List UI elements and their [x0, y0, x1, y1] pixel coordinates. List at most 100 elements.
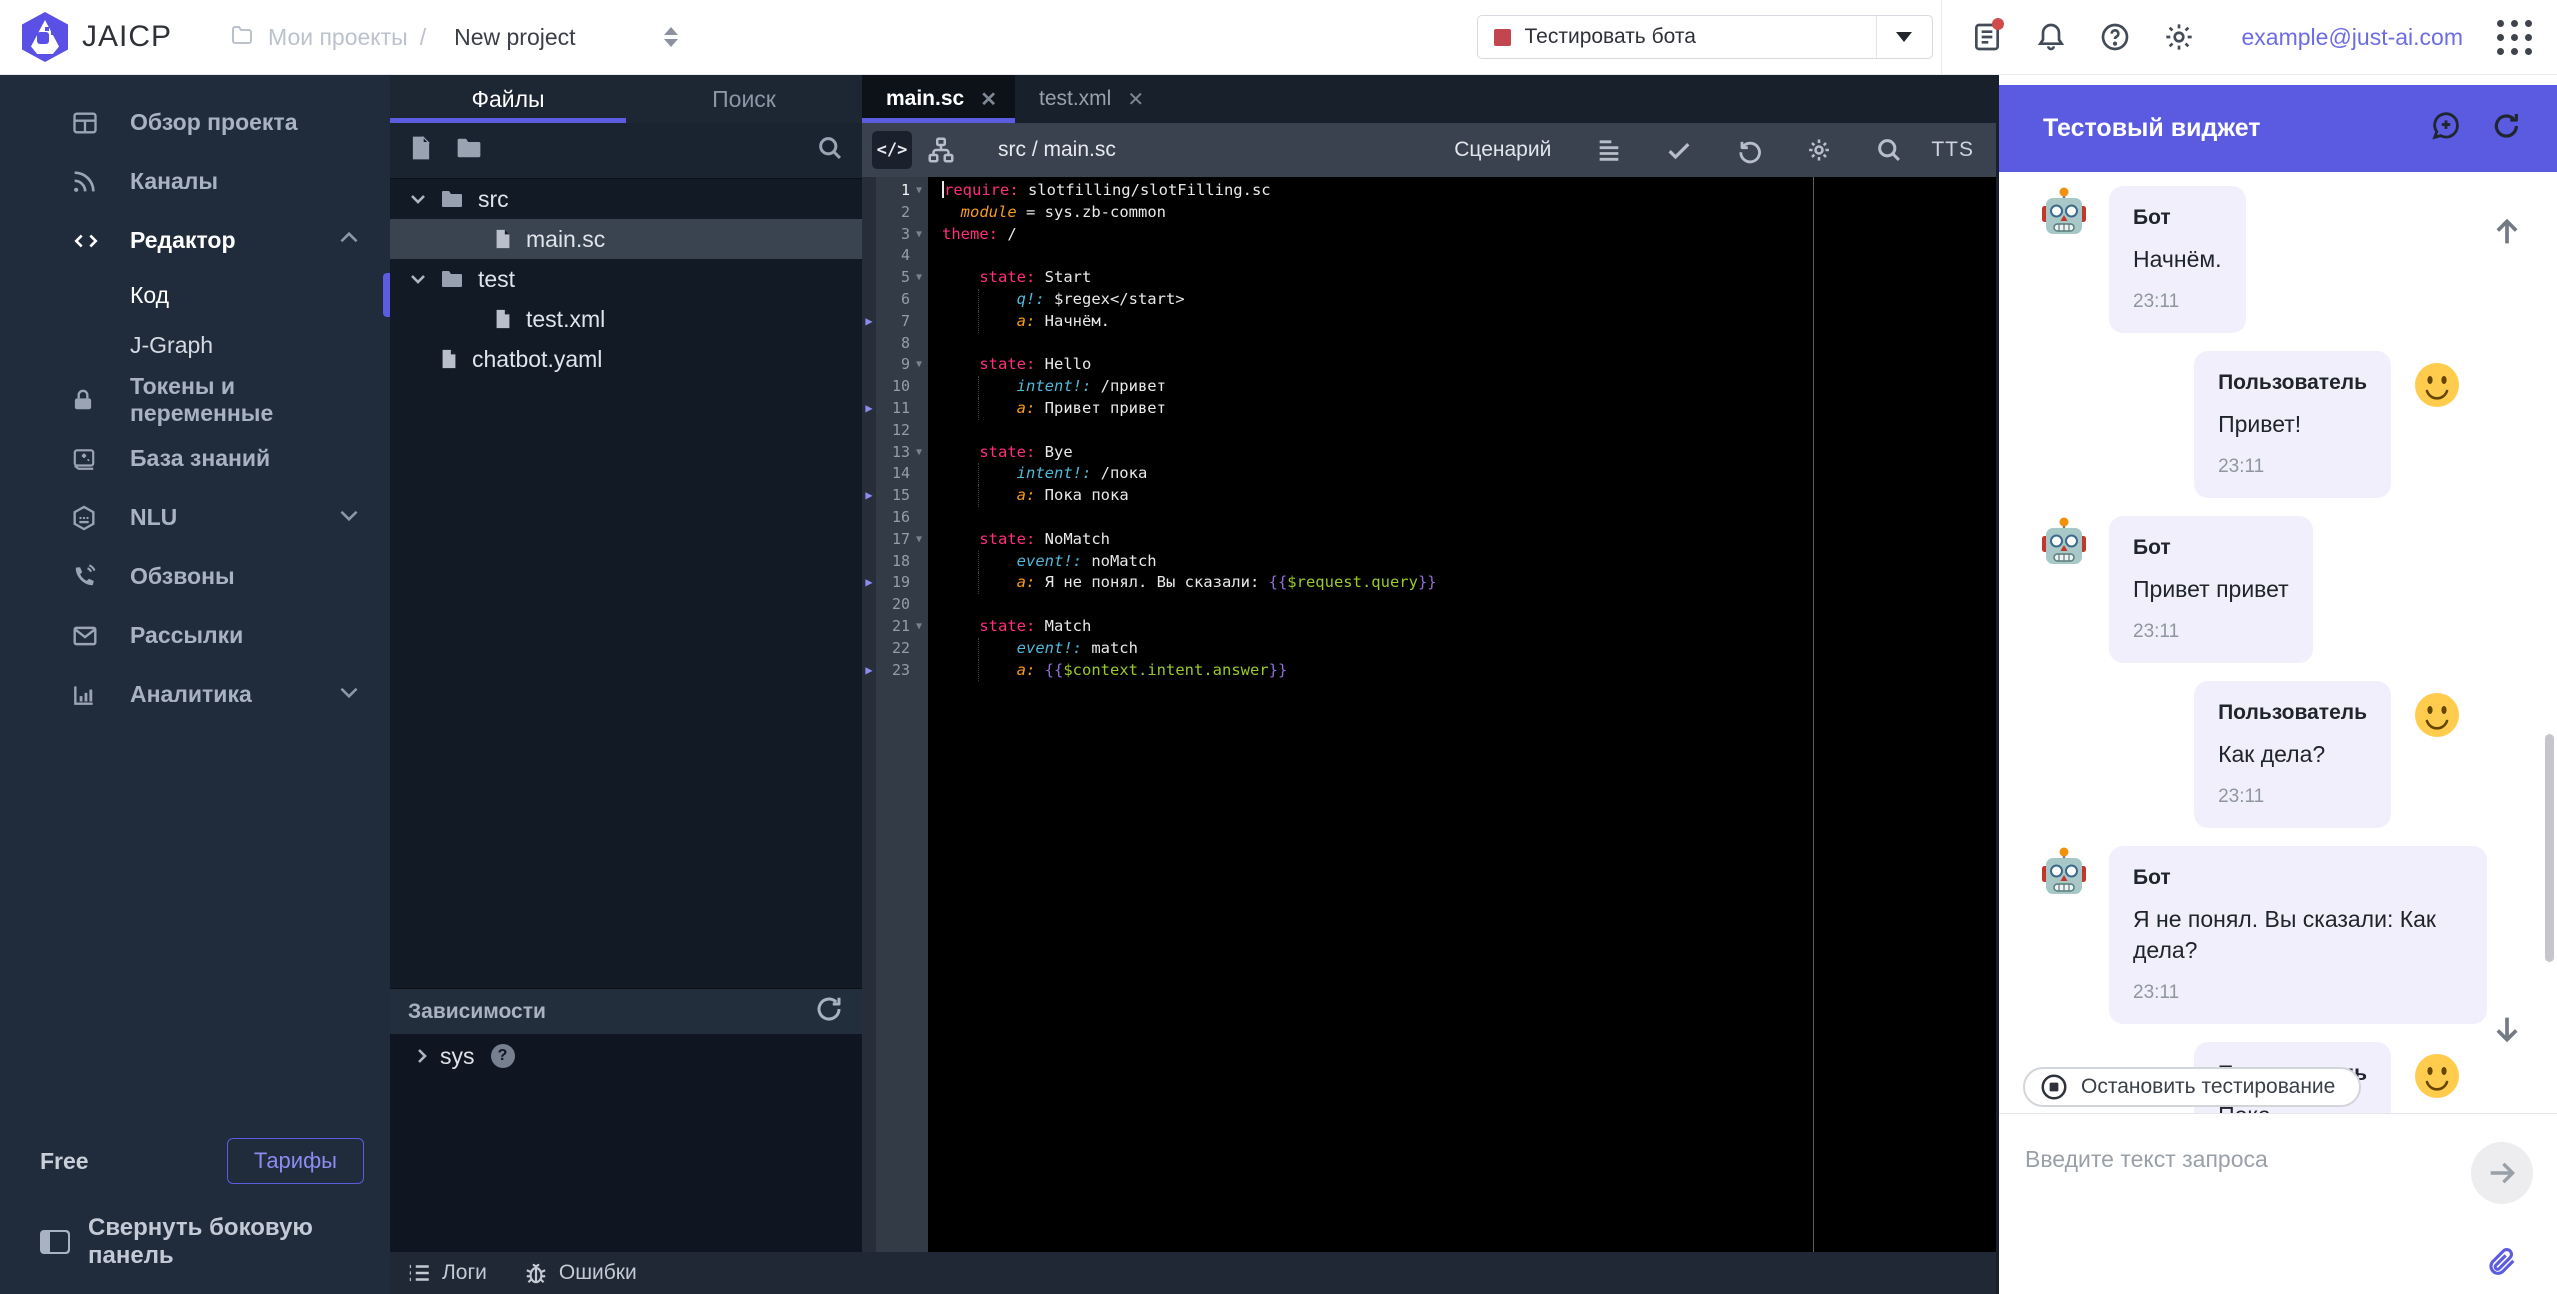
sidebar-item-рассылки[interactable]: Рассылки	[0, 606, 390, 665]
fold-arrow-icon[interactable]: ▼	[910, 354, 928, 376]
code-line[interactable]: 13 ▼ state: Bye	[862, 442, 1996, 464]
undo-icon[interactable]	[1735, 136, 1763, 164]
collapse-sidebar-button[interactable]: Свернуть боковую панель	[0, 1196, 390, 1280]
tree-row-chatbot-yaml[interactable]: chatbot.yaml	[390, 339, 862, 379]
jaicp-logo-icon[interactable]	[22, 12, 68, 62]
scroll-to-top-button[interactable]	[2487, 212, 2527, 252]
code-line[interactable]: 9 ▼ state: Hello	[862, 354, 1996, 376]
code-line[interactable]: 14 intent!: /пока	[862, 463, 1996, 486]
code-area[interactable]: 1 ▼ require: slotfilling/slotFilling.sc 2 m…	[862, 177, 1996, 1294]
editor-tab-test-xml[interactable]: test.xml ✕	[1015, 75, 1162, 123]
fold-arrow-icon[interactable]: ▼	[910, 616, 928, 638]
apps-grid-button[interactable]	[2493, 16, 2535, 58]
code-line[interactable]: 3 ▼ theme: /	[862, 224, 1996, 246]
code-line[interactable]: 10 intent!: /привет	[862, 376, 1996, 398]
code-line[interactable]: ▶ 23 a: {{$context.intent.answer}}	[862, 659, 1996, 682]
sidebar-subitem-j-graph[interactable]: J-Graph	[0, 320, 390, 370]
sidebar-item-редактор[interactable]: Редактор	[0, 211, 390, 270]
tree-row-main-sc[interactable]: main.sc	[390, 219, 862, 259]
sidebar-item-каналы[interactable]: Каналы	[0, 152, 390, 211]
code-line[interactable]: ▶ 19 a: Я не понял. Вы сказали: {{$reques…	[862, 572, 1996, 595]
errors-button[interactable]: Ошибки	[523, 1260, 637, 1286]
editor-tab-main-sc[interactable]: main.sc ✕	[862, 75, 1015, 123]
search-code-icon[interactable]	[1875, 136, 1903, 164]
code-line[interactable]: 22 event!: match	[862, 637, 1996, 660]
help-circle-icon[interactable]: ?	[490, 1044, 515, 1068]
close-tab-icon[interactable]: ✕	[1127, 87, 1144, 112]
code-line[interactable]: 18 event!: noMatch	[862, 550, 1996, 573]
code-view-toggle[interactable]: </>	[872, 131, 912, 169]
code-line[interactable]: 20	[862, 594, 1996, 616]
breakpoint-icon[interactable]: ▶	[862, 660, 876, 682]
code-line[interactable]: 17 ▼ state: NoMatch	[862, 529, 1996, 551]
file-panel-tab-поиск[interactable]: Поиск	[626, 75, 862, 123]
account-email-link[interactable]: example@just-ai.com	[2242, 24, 2463, 51]
breakpoint-icon[interactable]: ▶	[862, 311, 876, 333]
changelog-button[interactable]	[1968, 18, 2006, 56]
code-line[interactable]: ▶ 7 a: Начнём.	[862, 310, 1996, 333]
breakpoint-icon[interactable]: ▶	[862, 485, 876, 507]
breakpoint-icon[interactable]: ▶	[862, 572, 876, 594]
chevron-down-icon[interactable]	[406, 187, 432, 211]
new-folder-button[interactable]	[454, 135, 484, 166]
close-tab-icon[interactable]: ✕	[980, 87, 997, 112]
send-message-button[interactable]	[2471, 1142, 2533, 1204]
code-line[interactable]: 21 ▼ state: Match	[862, 616, 1996, 638]
sidebar-item-обзвоны[interactable]: Обзвоны	[0, 547, 390, 606]
fold-arrow-icon[interactable]: ▼	[910, 442, 928, 464]
code-line[interactable]: 8	[862, 333, 1996, 355]
sidebar-subitem-код[interactable]: Код	[0, 270, 390, 320]
code-line[interactable]: 2 module = sys.zb-common	[862, 202, 1996, 224]
fold-arrow-icon[interactable]: ▼	[910, 224, 928, 246]
new-dialog-icon[interactable]	[2429, 109, 2463, 148]
code-line[interactable]: 1 ▼ require: slotfilling/slotFilling.sc	[862, 180, 1996, 202]
project-selector-icon[interactable]	[663, 27, 678, 47]
code-line[interactable]: 16	[862, 507, 1996, 529]
chat-input-area[interactable]: Введите текст запроса	[1999, 1113, 2557, 1294]
settings-gear-button[interactable]	[2160, 18, 2198, 56]
bell-button[interactable]	[2032, 18, 2070, 56]
stop-testing-button[interactable]: Остановить тестирование	[2023, 1067, 2362, 1107]
code-line[interactable]: ▶ 15 a: Пока пока	[862, 485, 1996, 507]
validate-check-icon[interactable]	[1665, 136, 1693, 164]
breakpoint-icon[interactable]: ▶	[862, 398, 876, 420]
new-file-button[interactable]	[408, 134, 434, 167]
code-line[interactable]: 4	[862, 245, 1996, 267]
test-bot-button[interactable]: Тестировать бота	[1476, 15, 1933, 59]
sidebar-item-токены-и-переменные[interactable]: Токены и переменные	[0, 370, 390, 429]
tts-button[interactable]: TTS	[1931, 138, 1974, 162]
attach-file-button[interactable]	[2485, 1246, 2519, 1285]
code-line[interactable]: 5 ▼ state: Start	[862, 267, 1996, 289]
tree-row-test-xml[interactable]: test.xml	[390, 299, 862, 339]
scroll-to-bottom-button[interactable]	[2487, 1009, 2527, 1049]
scenario-mode-label[interactable]: Сценарий	[1454, 138, 1551, 162]
format-icon[interactable]	[1595, 136, 1623, 164]
dependency-row-sys[interactable]: sys?	[390, 1034, 862, 1078]
help-button[interactable]	[2096, 18, 2134, 56]
chevron-down-icon[interactable]	[406, 267, 432, 291]
code-line[interactable]: ▶ 11 a: Привет привет	[862, 397, 1996, 420]
logs-button[interactable]: Логи	[406, 1260, 487, 1286]
graph-view-toggle[interactable]	[926, 135, 956, 165]
test-bot-dropdown[interactable]	[1875, 16, 1932, 58]
breadcrumb-projects[interactable]: Мои проекты	[268, 24, 408, 51]
file-panel-tab-файлы[interactable]: Файлы	[390, 75, 626, 123]
sidebar-item-обзор-проекта[interactable]: Обзор проекта	[0, 93, 390, 152]
tree-row-test[interactable]: test	[390, 259, 862, 299]
sidebar-item-nlu[interactable]: NLU	[0, 488, 390, 547]
chevron-right-icon[interactable]	[410, 1044, 440, 1068]
sidebar-item-база-знаний[interactable]: База знаний	[0, 429, 390, 488]
editor-settings-icon[interactable]	[1805, 136, 1833, 164]
restart-test-icon[interactable]	[2491, 110, 2523, 147]
sidebar-item-аналитика[interactable]: Аналитика	[0, 665, 390, 724]
code-line[interactable]: 6 q!: $regex</start>	[862, 288, 1996, 311]
chat-scrollbar[interactable]	[2545, 734, 2554, 962]
tariffs-button[interactable]: Тарифы	[226, 1138, 364, 1184]
fold-arrow-icon[interactable]: ▼	[910, 529, 928, 551]
refresh-dependencies-button[interactable]	[814, 994, 844, 1029]
search-files-button[interactable]	[816, 134, 844, 167]
tree-row-src[interactable]: src	[390, 179, 862, 219]
code-line[interactable]: 12	[862, 420, 1996, 442]
project-name[interactable]: New project	[454, 24, 575, 51]
fold-arrow-icon[interactable]: ▼	[910, 180, 928, 202]
